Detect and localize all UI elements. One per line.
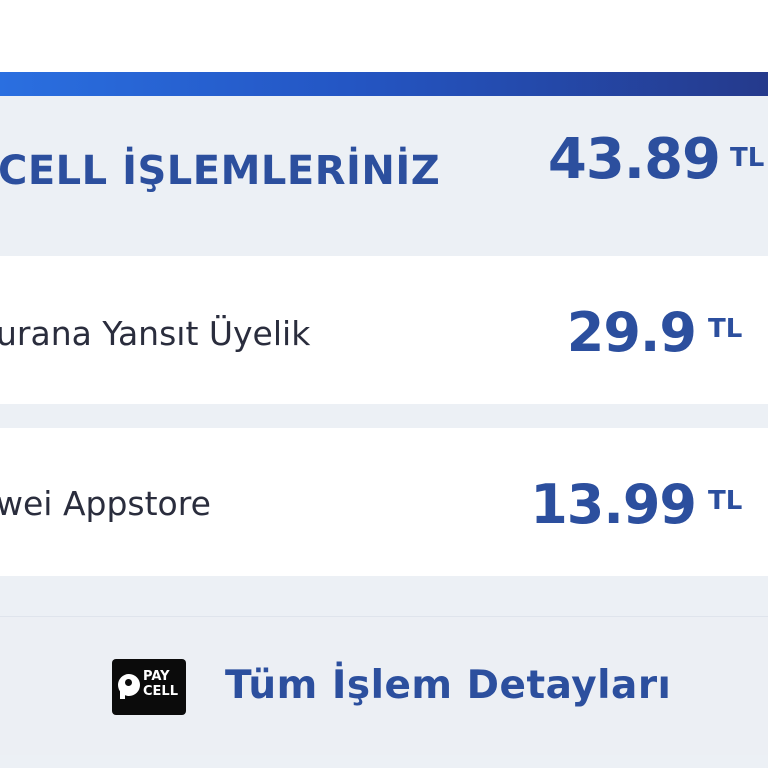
transaction-currency: TL <box>708 314 743 344</box>
transaction-row[interactable]: urana Yansıt Üyelik 29.9 TL <box>0 256 768 404</box>
paycell-logo-text: PAY CELL <box>143 669 178 699</box>
all-transaction-details-label: Tüm İşlem Detayları <box>225 663 672 708</box>
summary-amount-value: 43.89 <box>547 127 721 192</box>
summary-currency: TL <box>730 143 765 173</box>
paycell-logo-icon: PAY CELL <box>112 659 186 715</box>
transaction-amount-value: 29.9 <box>566 301 697 364</box>
header-gradient-bar <box>0 72 768 96</box>
transaction-amount: 29.9 TL <box>566 301 743 364</box>
transaction-amount-value: 13.99 <box>530 473 697 536</box>
top-spacer <box>0 0 768 72</box>
transaction-label: urana Yansıt Üyelik <box>0 314 311 353</box>
summary-title: CELL İŞLEMLERİNİZ <box>0 148 441 194</box>
transaction-label: wei Appstore <box>0 484 211 523</box>
all-transaction-details-button[interactable]: PAY CELL Tüm İşlem Detayları <box>0 616 768 755</box>
paycell-transactions-screen: CELL İŞLEMLERİNİZ 43.89 TL urana Yansıt Ü… <box>0 0 768 768</box>
paycell-p-stem <box>120 689 125 699</box>
transaction-amount: 13.99 TL <box>530 473 742 536</box>
transaction-currency: TL <box>708 486 743 516</box>
summary-total-amount: 43.89 TL <box>547 127 764 192</box>
transaction-row[interactable]: wei Appstore 13.99 TL <box>0 428 768 576</box>
